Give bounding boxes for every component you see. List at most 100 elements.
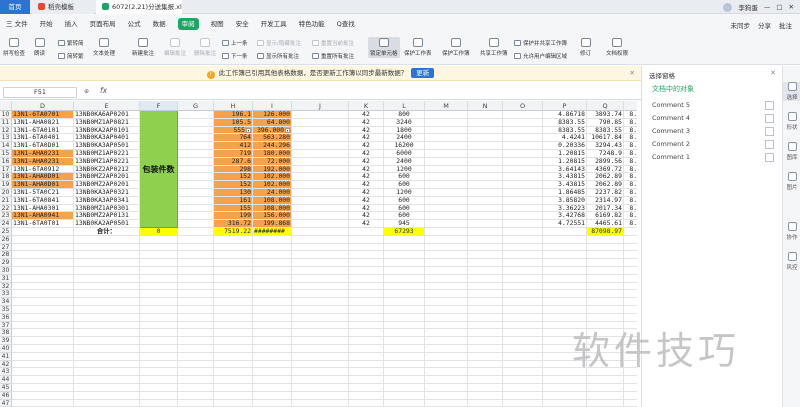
cell-empty[interactable] (503, 360, 543, 369)
cell-empty[interactable] (468, 274, 503, 283)
cell-empty[interactable] (74, 243, 140, 252)
cell-qty-code[interactable]: 42 (349, 142, 384, 150)
cell-empty[interactable] (587, 290, 624, 299)
row-header[interactable]: 37 (0, 321, 12, 330)
cell-empty[interactable] (214, 368, 253, 377)
cell-quantity[interactable]: 800 (384, 111, 425, 119)
row-header[interactable]: 30 (0, 267, 12, 275)
cell-empty[interactable] (468, 157, 503, 166)
cell-empty[interactable] (425, 111, 468, 119)
cell-empty[interactable] (503, 165, 543, 174)
cell-empty[interactable] (503, 345, 543, 353)
cell-empty[interactable] (292, 220, 349, 228)
column-header[interactable]: M (425, 101, 468, 111)
cell-empty[interactable] (74, 274, 140, 283)
cell-empty[interactable] (587, 306, 624, 314)
cell-empty[interactable] (292, 306, 349, 314)
cell-empty[interactable] (349, 368, 384, 377)
column-header[interactable]: N (468, 101, 503, 111)
cell-empty[interactable] (503, 235, 543, 244)
cell-gross-weight[interactable]: 152 (214, 173, 253, 182)
cell-empty[interactable] (74, 306, 140, 314)
column-header[interactable]: E (74, 101, 140, 111)
cell-empty[interactable] (292, 157, 349, 166)
cell-empty[interactable] (178, 337, 214, 345)
cell-hs-code[interactable]: 8.473E+09 (624, 158, 637, 166)
menu-review-active[interactable]: 审阅 (172, 14, 205, 35)
cell-empty[interactable] (178, 212, 214, 221)
row-header[interactable]: 40 (0, 345, 12, 353)
cell-empty[interactable] (468, 399, 503, 407)
cell-empty[interactable] (292, 313, 349, 322)
cell-hs-code[interactable]: 8.473E+09 (624, 220, 637, 228)
cell-empty[interactable] (543, 399, 587, 407)
cell-empty[interactable] (214, 337, 253, 345)
cell-empty[interactable] (543, 384, 587, 392)
cell-material-no[interactable]: 13NB0MZ2AP0201 (74, 173, 140, 182)
cell-net-weight[interactable]: 180.000 (253, 150, 292, 158)
cell-unit-price[interactable]: 4.72551 (543, 220, 587, 228)
cell-empty[interactable] (12, 282, 74, 291)
cell-empty[interactable] (292, 274, 349, 283)
cell-empty[interactable] (178, 228, 214, 236)
cell-empty[interactable] (468, 384, 503, 392)
cell-empty[interactable] (178, 259, 214, 267)
cell-hs-code[interactable]: 8.473E+09 (624, 212, 637, 221)
cell-empty[interactable] (349, 274, 384, 283)
cell-empty[interactable] (624, 228, 637, 236)
cell-empty[interactable] (140, 384, 178, 392)
cell-empty[interactable] (292, 376, 349, 384)
cell-empty[interactable] (384, 282, 425, 291)
cell-empty[interactable] (178, 329, 214, 338)
cell-empty[interactable] (178, 235, 214, 244)
total-quantity[interactable]: 67293 (384, 228, 425, 236)
total-amount[interactable]: 87098.97 (587, 228, 624, 236)
cell-empty[interactable] (425, 150, 468, 158)
cell-empty[interactable] (384, 298, 425, 306)
cell-amount[interactable]: 3893.74 (587, 111, 624, 119)
cell-empty[interactable] (178, 384, 214, 392)
cell-empty[interactable] (587, 384, 624, 392)
cell-net-weight[interactable]: 108.000 (253, 196, 292, 205)
cell-empty[interactable] (425, 337, 468, 345)
cell-gross-weight[interactable]: 412 (214, 142, 253, 150)
row-header[interactable]: 44 (0, 376, 12, 384)
cell-material-no[interactable]: 13NB0KA3AP0501 (74, 142, 140, 150)
cell-empty[interactable] (292, 189, 349, 197)
cell-amount[interactable]: 3294.43 (587, 142, 624, 150)
cell-empty[interactable] (214, 345, 253, 353)
cell-empty[interactable] (349, 376, 384, 384)
cell-empty[interactable] (384, 243, 425, 252)
cell-empty[interactable] (140, 360, 178, 369)
cell-qty-code[interactable]: 42 (349, 189, 384, 197)
cell-empty[interactable] (468, 259, 503, 267)
row-header[interactable]: 42 (0, 360, 12, 369)
cell-empty[interactable] (292, 399, 349, 407)
cell-empty[interactable] (503, 134, 543, 143)
cell-gross-weight[interactable]: 155 (214, 204, 253, 213)
sidebar-select[interactable]: 选择 (783, 82, 800, 101)
cell-quantity[interactable]: 16200 (384, 142, 425, 150)
cell-qty-code[interactable]: 42 (349, 196, 384, 205)
cell-unit-price[interactable]: 3.85820 (543, 196, 587, 205)
cell-empty[interactable] (587, 391, 624, 400)
cell-empty[interactable] (468, 173, 503, 182)
cell-empty[interactable] (178, 196, 214, 205)
cell-empty[interactable] (140, 321, 178, 330)
row-header[interactable]: 19 (0, 181, 12, 189)
cell-unit-price[interactable]: 8383.55 (543, 126, 587, 135)
cell-hs-code[interactable]: 8.473E+09 (624, 189, 637, 197)
cell-amount[interactable]: 4369.72 (587, 165, 624, 174)
close-icon[interactable]: ✕ (630, 66, 635, 81)
cell-unit-price[interactable]: 0.20336 (543, 142, 587, 150)
cell-empty[interactable] (178, 243, 214, 252)
cell-empty[interactable] (74, 337, 140, 345)
visibility-checkbox[interactable] (765, 153, 774, 162)
row-header[interactable]: 39 (0, 337, 12, 345)
cell-empty[interactable] (624, 290, 637, 299)
cell-empty[interactable] (384, 345, 425, 353)
cell-empty[interactable] (587, 282, 624, 291)
cell-empty[interactable] (503, 321, 543, 330)
cell-empty[interactable] (292, 196, 349, 205)
cell-empty[interactable] (74, 352, 140, 361)
